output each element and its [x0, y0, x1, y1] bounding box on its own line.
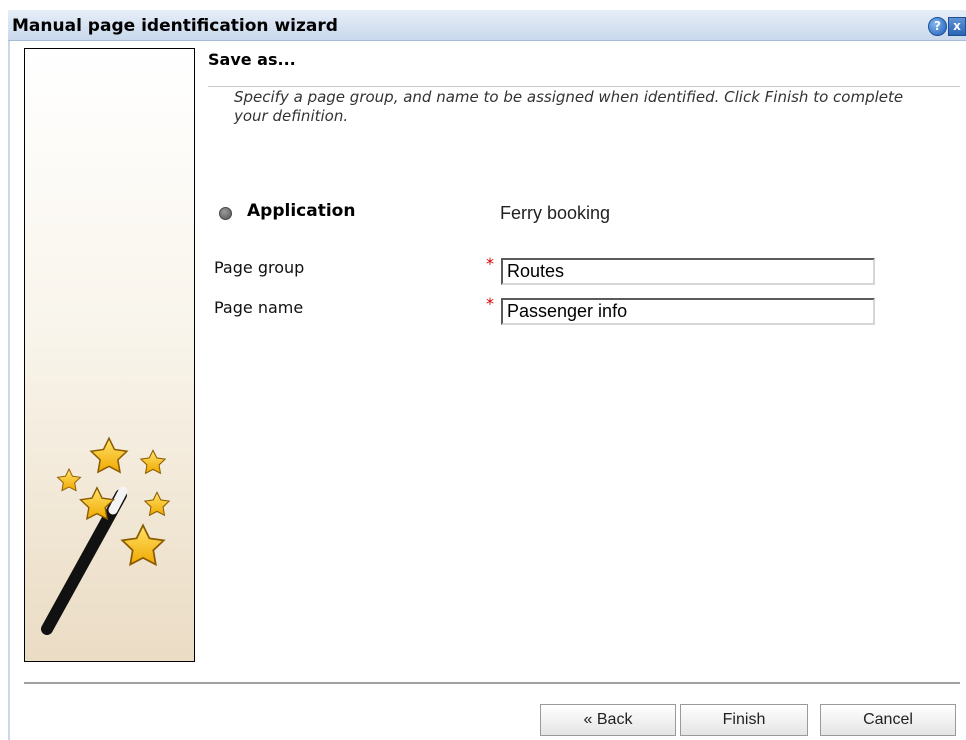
step-title: Save as... [208, 50, 296, 69]
magic-wand-stars-icon [41, 436, 171, 635]
header-divider [208, 86, 960, 87]
wizard-window: Manual page identification wizard ? x Sa… [8, 10, 966, 740]
application-value: Ferry booking [500, 203, 611, 223]
window-frame-left [8, 41, 10, 740]
footer-divider [24, 682, 960, 684]
page-name-label: Page name [214, 298, 304, 317]
title-bar: Manual page identification wizard ? x [8, 10, 966, 41]
window-title: Manual page identification wizard [12, 16, 338, 36]
help-icon[interactable]: ? [928, 17, 947, 36]
required-marker: * [486, 254, 494, 273]
page-name-input[interactable] [501, 298, 875, 325]
wizard-side-image [24, 48, 195, 662]
application-label: Application [247, 201, 356, 221]
required-marker: * [486, 294, 494, 313]
step-instructions: Specify a page group, and name to be ass… [234, 88, 904, 125]
cancel-button[interactable]: Cancel [820, 704, 956, 736]
back-button[interactable]: « Back [540, 704, 676, 736]
application-radio-icon[interactable] [219, 207, 232, 220]
finish-button[interactable]: Finish [680, 704, 808, 736]
page-group-input[interactable] [501, 258, 875, 285]
close-icon[interactable]: x [948, 17, 966, 36]
page-group-label: Page group [214, 258, 305, 277]
